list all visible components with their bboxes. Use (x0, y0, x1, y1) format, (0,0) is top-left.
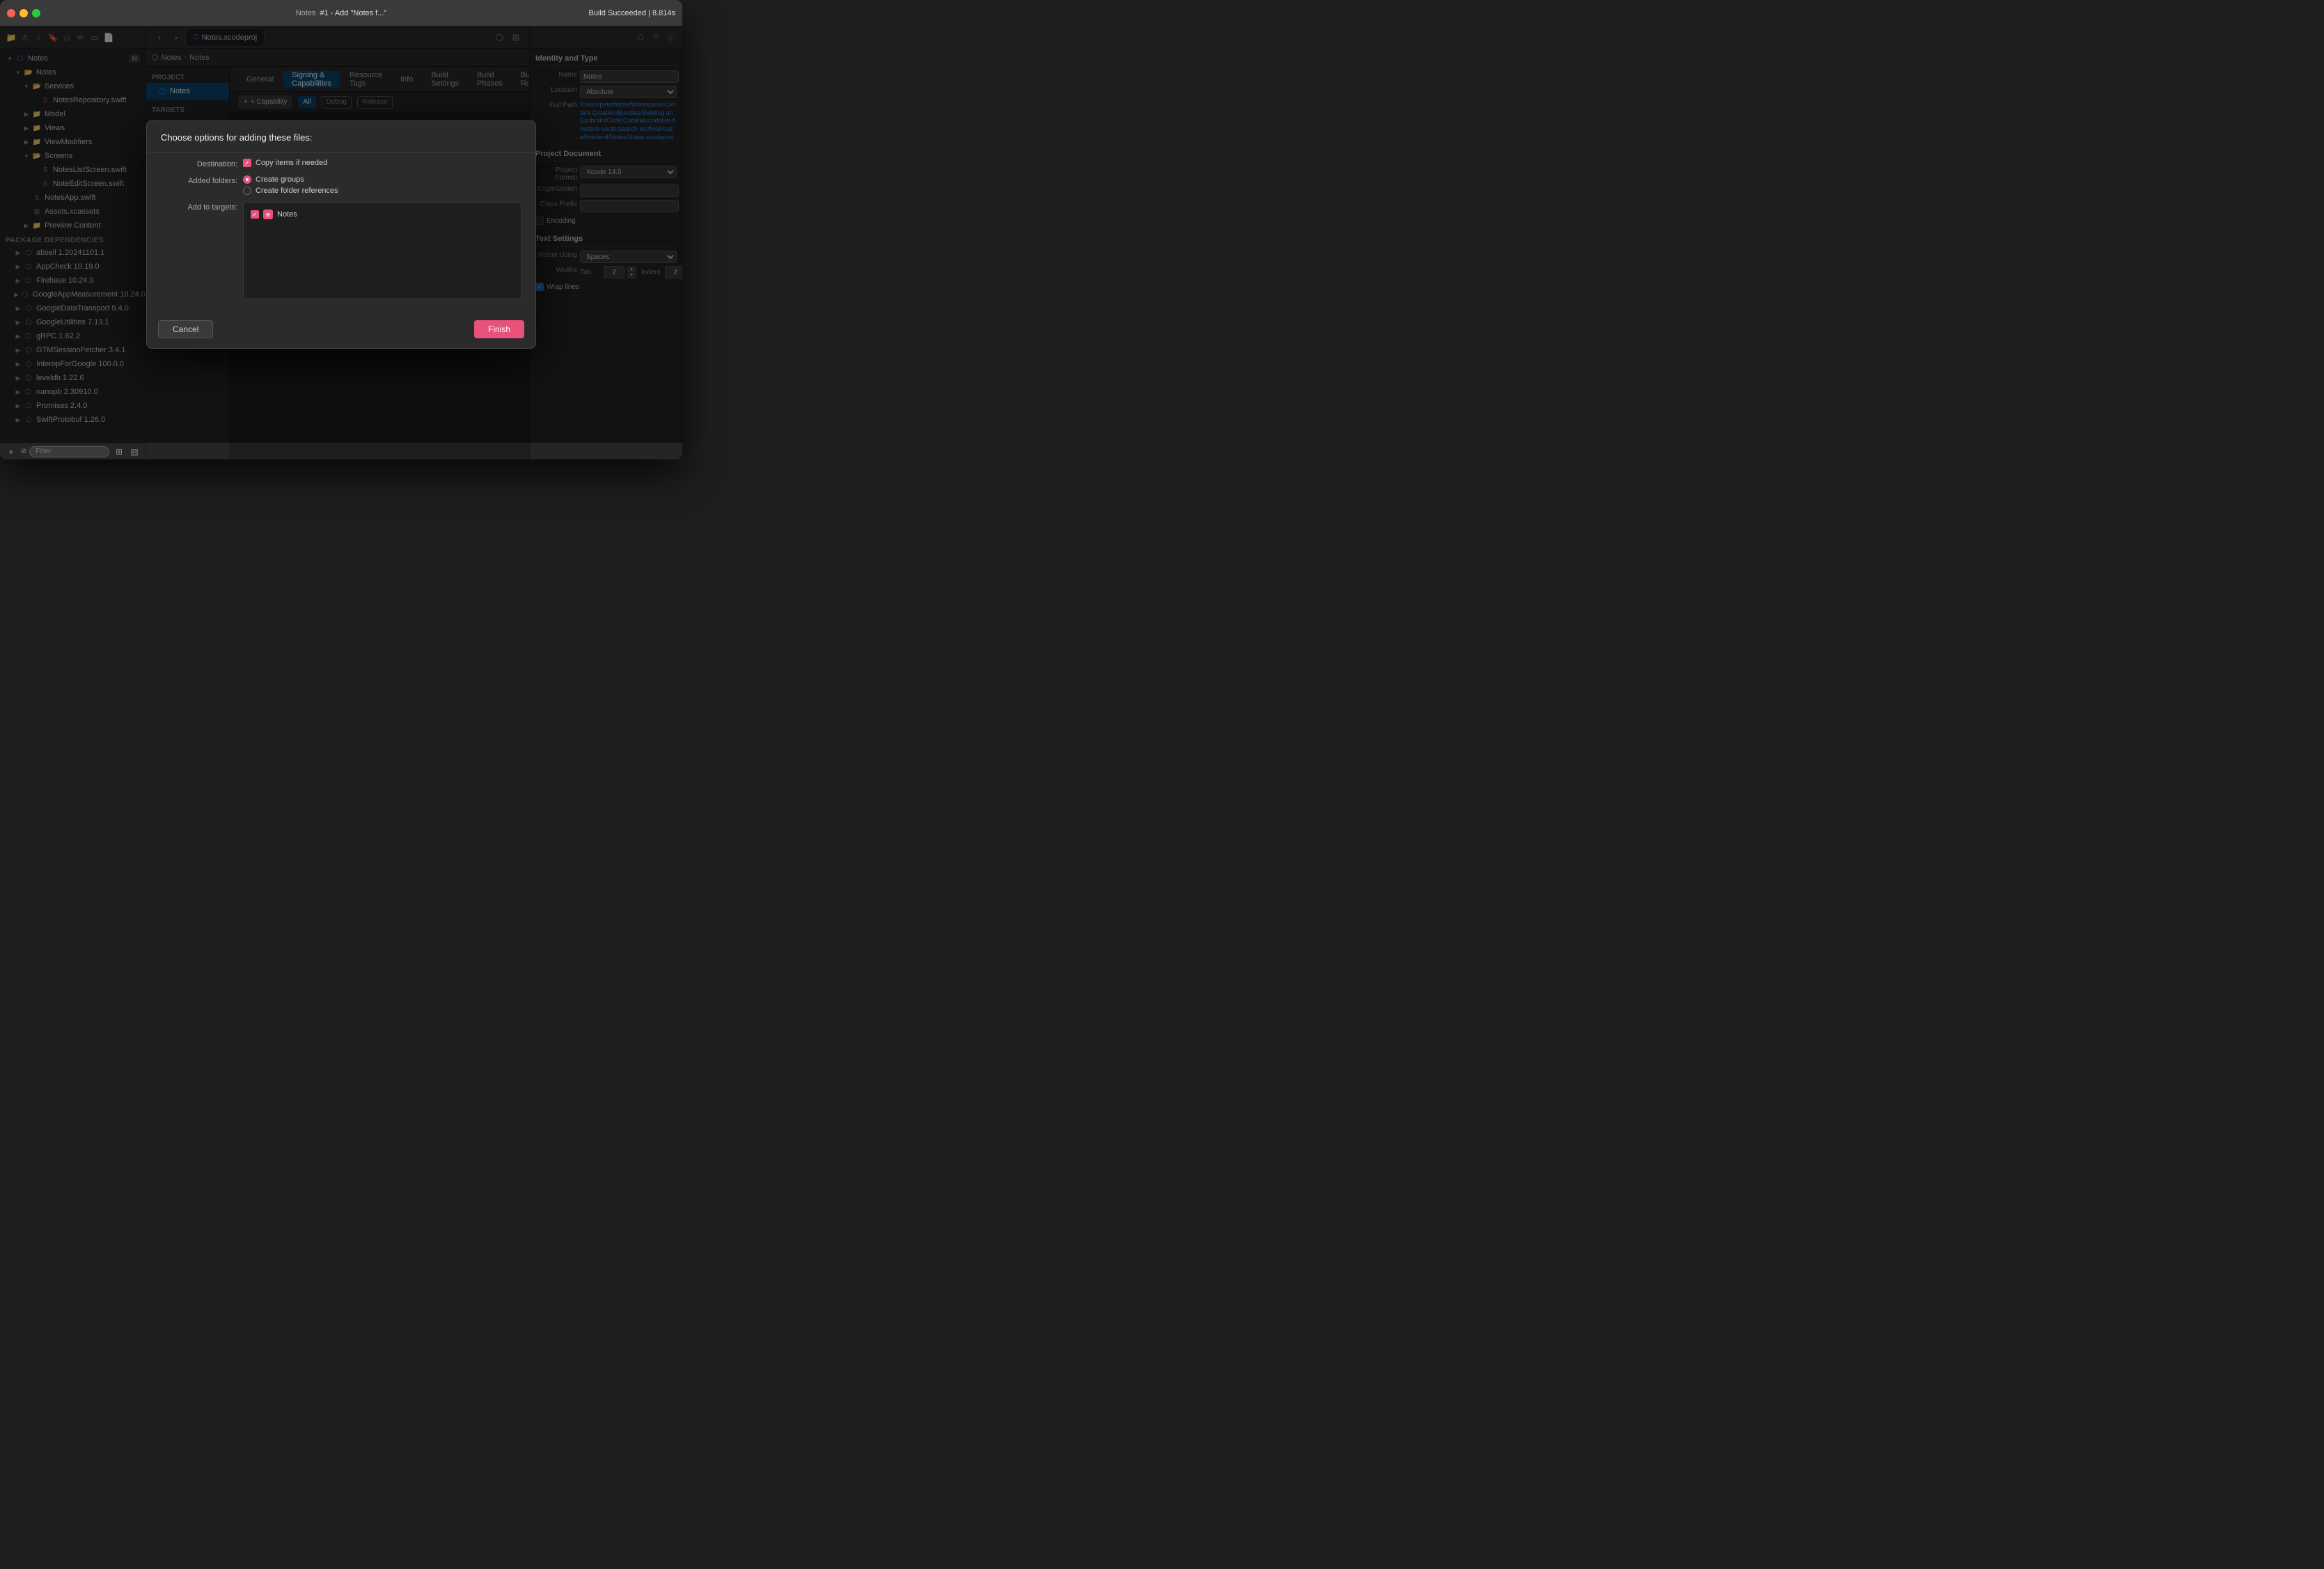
modal-targets-row: Add to targets: ✓ ⊕ Notes (161, 202, 521, 299)
target-notes-label: Notes (277, 210, 297, 219)
traffic-lights (7, 9, 40, 17)
scheme-name: #1 - Add "Notes f..." (320, 9, 386, 17)
create-folder-refs-label: Create folder references (256, 187, 338, 195)
modal-copy-items[interactable]: ✓ Copy items if needed (243, 159, 521, 167)
modal-targets-label: Add to targets: (161, 202, 237, 212)
close-button[interactable] (7, 9, 15, 17)
modal-target-notes[interactable]: ✓ ⊕ Notes (248, 207, 517, 222)
maximize-button[interactable] (32, 9, 40, 17)
title-bar: Notes #1 - Add "Notes f..." Build Succee… (0, 0, 682, 26)
modal-folders-content: Create groups Create folder references (243, 175, 521, 195)
copy-items-checkbox[interactable]: ✓ (243, 159, 251, 167)
modal-header: Choose options for adding these files: (147, 121, 535, 150)
add-files-modal: Choose options for adding these files: D… (146, 120, 536, 349)
modal-create-groups[interactable]: Create groups (243, 175, 521, 184)
modal-divider-top (147, 152, 535, 153)
minimize-button[interactable] (19, 9, 28, 17)
title-bar-center: Notes #1 - Add "Notes f..." (296, 9, 387, 17)
copy-items-label: Copy items if needed (256, 159, 327, 167)
cancel-button[interactable]: Cancel (158, 320, 213, 338)
sidebar-layout-button[interactable]: ▤ (129, 446, 140, 457)
target-notes-checkbox[interactable]: ✓ (251, 210, 259, 219)
title-bar-right: Build Succeeded | 8.814s (588, 9, 675, 17)
target-notes-icon: ⊕ (263, 210, 273, 219)
modal-targets-content: ✓ ⊕ Notes (243, 202, 521, 299)
modal-create-folder-refs[interactable]: Create folder references (243, 187, 521, 195)
create-groups-radio[interactable] (243, 175, 251, 184)
add-file-button[interactable]: + (6, 446, 17, 457)
modal-title: Choose options for adding these files: (161, 132, 313, 143)
modal-destination-label: Destination: (161, 159, 237, 168)
sidebar-filter-input[interactable] (29, 446, 109, 457)
create-groups-label: Create groups (256, 175, 304, 184)
window-title: Notes (296, 9, 316, 17)
filter-icon: ⊘ (21, 448, 26, 455)
modal-overlay: Choose options for adding these files: D… (0, 26, 682, 443)
modal-destination-row: Destination: ✓ Copy items if needed (161, 159, 521, 168)
finish-button[interactable]: Finish (474, 320, 524, 338)
xcode-window: Notes #1 - Add "Notes f..." Build Succee… (0, 0, 682, 459)
modal-targets-box: ✓ ⊕ Notes (243, 202, 521, 299)
create-folder-refs-radio[interactable] (243, 187, 251, 195)
sidebar-options-button[interactable]: ⊞ (113, 446, 125, 457)
modal-footer: Cancel Finish (147, 315, 535, 348)
modal-destination-content: ✓ Copy items if needed (243, 159, 521, 167)
modal-body: Destination: ✓ Copy items if needed Adde… (147, 156, 535, 315)
modal-added-folders-row: Added folders: Create groups Create fold… (161, 175, 521, 195)
build-status: Build Succeeded | 8.814s (588, 9, 675, 17)
modal-added-folders-label: Added folders: (161, 175, 237, 185)
sidebar-bottom: + ⊘ ⊞ ▤ (0, 443, 146, 459)
